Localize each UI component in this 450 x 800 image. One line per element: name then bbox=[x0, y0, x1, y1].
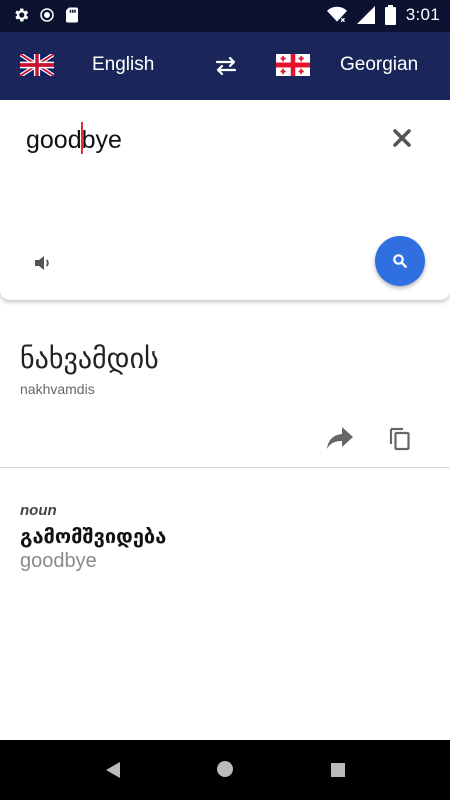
input-text-after-caret: bye bbox=[81, 126, 122, 154]
swap-languages-button[interactable] bbox=[210, 50, 242, 82]
source-text-input[interactable]: goodbye bbox=[26, 122, 122, 155]
input-card: goodbye bbox=[0, 100, 450, 300]
georgia-flag-icon[interactable] bbox=[276, 54, 310, 76]
status-left-icons bbox=[12, 6, 80, 24]
system-nav-bar bbox=[0, 740, 450, 800]
search-icon bbox=[393, 254, 407, 268]
translation-result: ნახვამდის bbox=[20, 342, 159, 375]
wifi-icon bbox=[326, 6, 347, 23]
part-of-speech-label: noun bbox=[20, 502, 57, 519]
home-icon[interactable] bbox=[216, 760, 234, 778]
divider bbox=[0, 467, 450, 468]
back-translation: goodbye bbox=[20, 550, 97, 572]
copy-button[interactable] bbox=[388, 425, 412, 451]
target-language-label[interactable]: Georgian bbox=[340, 54, 418, 76]
transliteration: nakhvamdis bbox=[20, 381, 95, 397]
sd-card-icon bbox=[66, 7, 78, 23]
gear-icon bbox=[15, 8, 29, 22]
battery-icon bbox=[384, 5, 396, 25]
copy-icon bbox=[389, 427, 410, 451]
share-icon bbox=[327, 427, 353, 449]
signal-icon bbox=[356, 6, 375, 24]
uk-flag-icon[interactable] bbox=[20, 54, 54, 76]
translate-search-button[interactable] bbox=[375, 236, 425, 286]
clear-input-button[interactable] bbox=[388, 124, 416, 152]
sync-icon bbox=[40, 8, 54, 22]
status-bar: 3:01 bbox=[0, 0, 450, 32]
volume-icon bbox=[35, 256, 49, 270]
source-language-label[interactable]: English bbox=[92, 54, 154, 76]
clock: 3:01 bbox=[405, 5, 440, 24]
recents-icon[interactable] bbox=[330, 762, 346, 778]
share-button[interactable] bbox=[326, 425, 354, 451]
dictionary-word[interactable]: გამომშვიდება bbox=[20, 524, 166, 548]
input-text-before-caret: good bbox=[26, 126, 82, 154]
status-right-icons: 3:01 bbox=[326, 5, 440, 25]
close-icon bbox=[393, 129, 411, 147]
back-icon[interactable] bbox=[104, 760, 122, 780]
swap-icon bbox=[215, 56, 237, 76]
speak-input-button[interactable] bbox=[32, 252, 54, 274]
language-bar: English Georgian bbox=[0, 32, 450, 100]
